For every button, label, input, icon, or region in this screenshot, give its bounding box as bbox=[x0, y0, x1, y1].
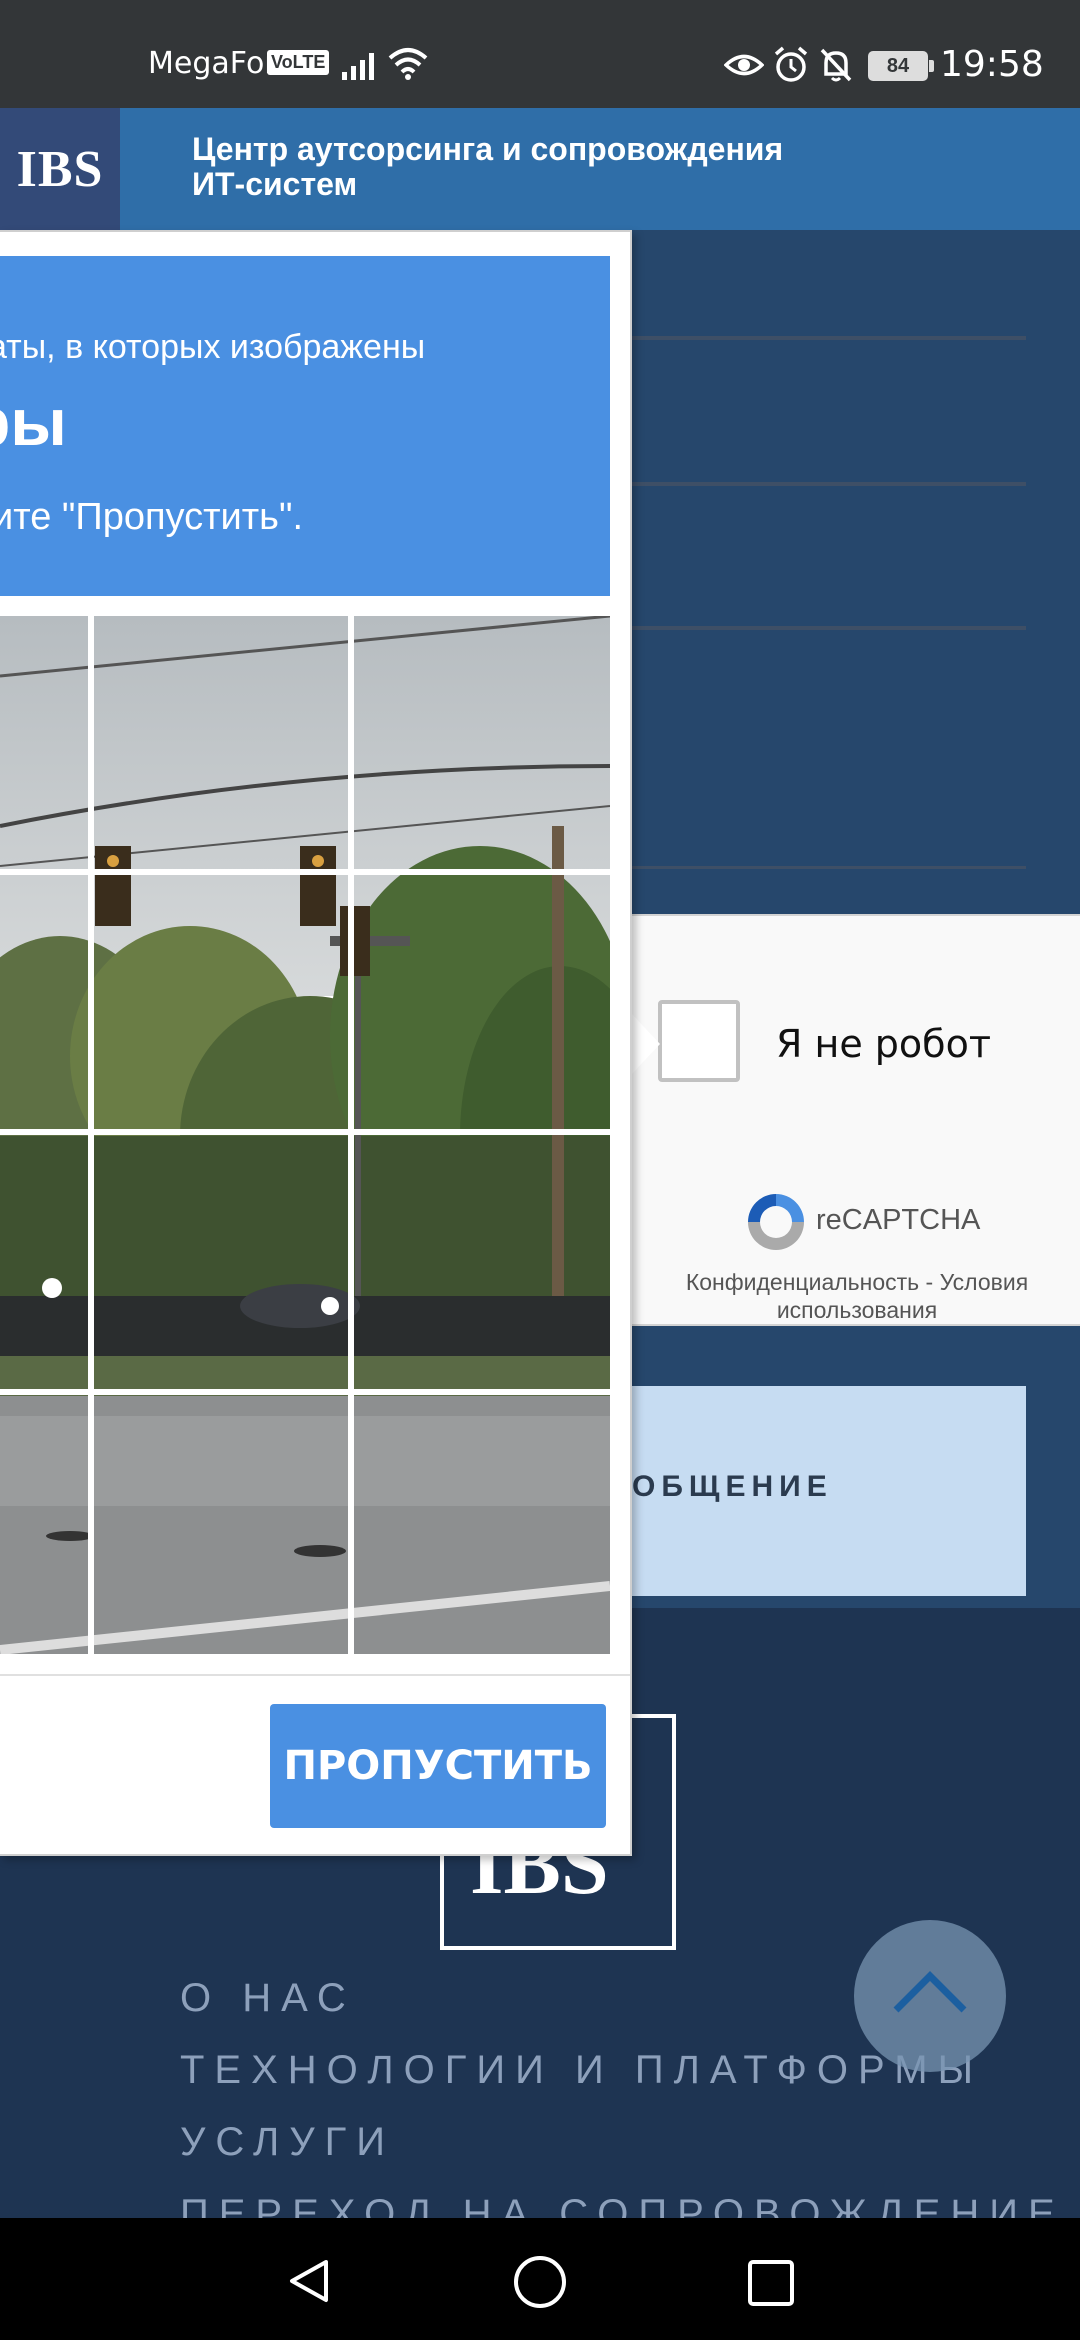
volte-badge: VoLTE bbox=[267, 50, 330, 75]
challenge-pointer bbox=[630, 1012, 660, 1076]
skip-button[interactable]: ПРОПУСТИТЬ bbox=[270, 1704, 606, 1828]
image-tile[interactable] bbox=[354, 1395, 610, 1654]
footer-nav-technologies[interactable]: ТЕХНОЛОГИИ И ПЛАТФОРМЫ bbox=[180, 2048, 983, 2093]
recaptcha-label: Я не робот bbox=[776, 1022, 991, 1066]
scroll-to-top-button[interactable] bbox=[854, 1920, 1006, 2072]
submit-button-label: ОБЩЕНИЕ bbox=[632, 1470, 833, 1503]
challenge-instruction-text: аты, в которых изображены bbox=[0, 328, 426, 366]
image-tile[interactable] bbox=[94, 875, 348, 1129]
back-icon[interactable] bbox=[284, 2256, 334, 2306]
recaptcha-privacy-terms-links[interactable]: Конфиденциальность - Условия использован… bbox=[642, 1268, 1072, 1324]
recaptcha-widget: Я не робот reCAPTCHA Конфиденциальность … bbox=[632, 914, 1080, 1326]
footer-nav-about[interactable]: О НАС bbox=[180, 1976, 356, 2021]
recaptcha-challenge-dialog: аты, в которых изображены ры ите "Пропус… bbox=[0, 230, 632, 1856]
signal-icon bbox=[342, 53, 374, 80]
chevron-up-icon bbox=[893, 1971, 967, 2013]
image-tile[interactable] bbox=[94, 1135, 348, 1389]
status-bar: MegaFon VoLTE 84 19:58 bbox=[0, 0, 1080, 108]
challenge-instructions: аты, в которых изображены ры ите "Пропус… bbox=[0, 256, 610, 596]
image-tile[interactable] bbox=[94, 616, 348, 869]
battery-icon: 84 bbox=[868, 51, 934, 81]
alarm-icon bbox=[774, 46, 808, 82]
image-tile[interactable] bbox=[0, 875, 88, 1129]
wifi-icon bbox=[388, 48, 428, 80]
message-field-underline[interactable] bbox=[632, 866, 1026, 869]
clock: 19:58 bbox=[940, 44, 1044, 85]
form-field-underline[interactable] bbox=[632, 482, 1026, 486]
image-tile[interactable] bbox=[0, 616, 88, 869]
form-field-underline[interactable] bbox=[632, 336, 1026, 340]
challenge-target-object: ры bbox=[0, 385, 67, 459]
recaptcha-logo-icon bbox=[748, 1194, 804, 1250]
system-nav-bar bbox=[0, 2218, 1080, 2340]
challenge-skip-hint: ите "Пропустить". bbox=[0, 496, 303, 538]
form-field-underline[interactable] bbox=[632, 626, 1026, 630]
image-tile[interactable] bbox=[354, 1135, 610, 1389]
recents-icon[interactable] bbox=[746, 2258, 796, 2308]
challenge-image-grid bbox=[0, 616, 610, 1654]
image-tile[interactable] bbox=[354, 875, 610, 1129]
logo-text: IBS bbox=[16, 140, 104, 198]
submit-message-button[interactable]: ОБЩЕНИЕ bbox=[632, 1386, 1026, 1596]
ibs-logo[interactable]: IBS bbox=[0, 108, 120, 230]
image-tile[interactable] bbox=[0, 1395, 88, 1654]
bell-off-icon bbox=[820, 48, 852, 82]
challenge-footer: ПРОПУСТИТЬ bbox=[0, 1674, 630, 1854]
site-header: IBS Центр аутсорсинга и сопровождения ИТ… bbox=[0, 108, 1080, 230]
recaptcha-checkbox[interactable] bbox=[658, 1000, 740, 1082]
carrier-name: MegaFon bbox=[148, 46, 284, 81]
image-tile[interactable] bbox=[354, 616, 610, 869]
recaptcha-brand: reCAPTCHA bbox=[816, 1204, 981, 1236]
image-tile[interactable] bbox=[0, 1135, 88, 1389]
site-title: Центр аутсорсинга и сопровождения ИТ-сис… bbox=[192, 131, 784, 202]
image-tile[interactable] bbox=[94, 1395, 348, 1654]
home-icon[interactable] bbox=[512, 2254, 568, 2310]
eye-icon bbox=[724, 54, 764, 76]
footer-nav-transition[interactable]: ПЕРЕХОД НА СОПРОВОЖДЕНИЕ bbox=[180, 2192, 1065, 2218]
footer-nav-services[interactable]: УСЛУГИ bbox=[180, 2120, 395, 2165]
